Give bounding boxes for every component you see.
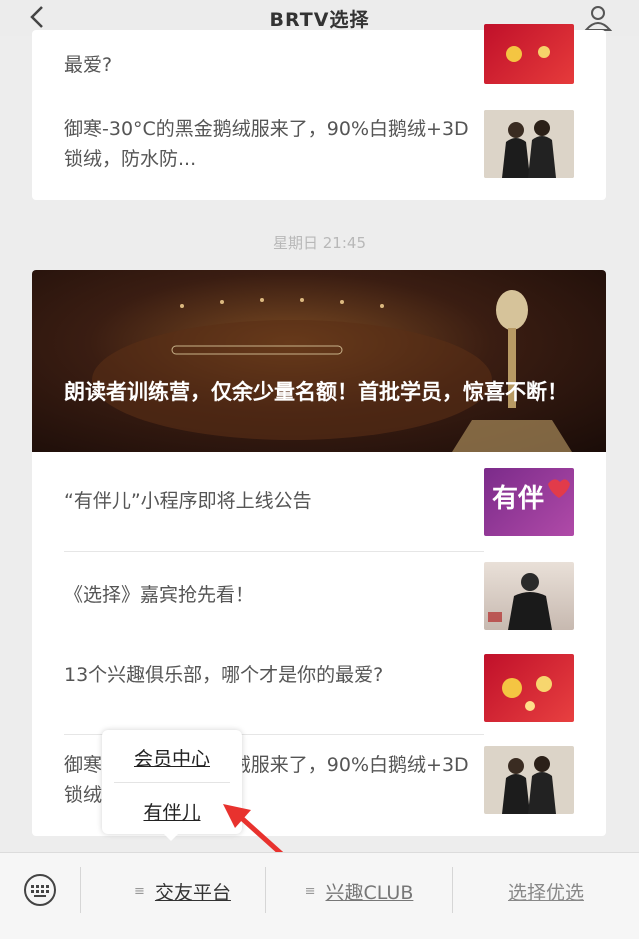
article-thumbnail[interactable] bbox=[484, 562, 574, 630]
keyboard-icon[interactable] bbox=[20, 873, 60, 907]
article-title[interactable]: 13个兴趣俱乐部，哪个才是你的最爱? bbox=[64, 660, 474, 690]
article-thumbnail[interactable] bbox=[484, 110, 574, 178]
article-title[interactable]: 最爱? bbox=[64, 50, 474, 80]
divider bbox=[64, 551, 484, 552]
submenu-item-member-center[interactable]: 会员中心 bbox=[102, 744, 242, 771]
article-card-previous: 最爱? 御寒-30°C的黑金鹅绒服来了，90%白鹅绒+3D锁绒，防水防... bbox=[32, 24, 606, 200]
menu-item-label: 交友平台 bbox=[154, 881, 231, 904]
bottom-menu-bar: ≡ 交友平台 ≡ 兴趣CLUB 选择优选 bbox=[0, 852, 639, 939]
menu-list-icon: ≡ bbox=[134, 883, 145, 899]
menu-item-interest-club[interactable]: ≡ 兴趣CLUB bbox=[266, 871, 452, 911]
article-title[interactable]: “有伴儿”小程序即将上线公告 bbox=[64, 486, 474, 516]
menu-item-label: 选择优选 bbox=[507, 881, 584, 904]
menu-item-dating-platform[interactable]: ≡ 交友平台 bbox=[100, 871, 265, 911]
message-timestamp: 星期日 21:45 bbox=[273, 234, 366, 252]
divider bbox=[80, 867, 81, 913]
popup-pointer bbox=[162, 832, 180, 841]
menu-list-icon: ≡ bbox=[304, 883, 316, 899]
article-thumbnail[interactable] bbox=[484, 654, 574, 722]
page-title: BRTV选择 bbox=[269, 8, 370, 31]
banner-title: 朗读者训练营，仅余少量名额！首批学员，惊喜不断！ bbox=[64, 380, 568, 404]
user-profile-icon[interactable] bbox=[583, 4, 613, 32]
menu-item-select-shop[interactable]: 选择优选 bbox=[453, 871, 639, 911]
banner-image[interactable]: 朗读者训练营，仅余少量名额！首批学员，惊喜不断！ bbox=[32, 270, 606, 452]
menu-item-label: 兴趣CLUB bbox=[325, 881, 414, 904]
article-thumbnail[interactable] bbox=[484, 746, 574, 814]
article-thumbnail[interactable] bbox=[484, 24, 574, 84]
divider bbox=[114, 782, 230, 783]
article-thumbnail[interactable]: 有伴 bbox=[484, 468, 574, 536]
article-title[interactable]: 御寒-30°C的黑金鹅绒服来了，90%白鹅绒+3D锁绒，防水防... bbox=[64, 114, 474, 174]
back-icon[interactable] bbox=[26, 4, 48, 30]
article-title[interactable]: 《选择》嘉宾抢先看！ bbox=[64, 580, 474, 610]
